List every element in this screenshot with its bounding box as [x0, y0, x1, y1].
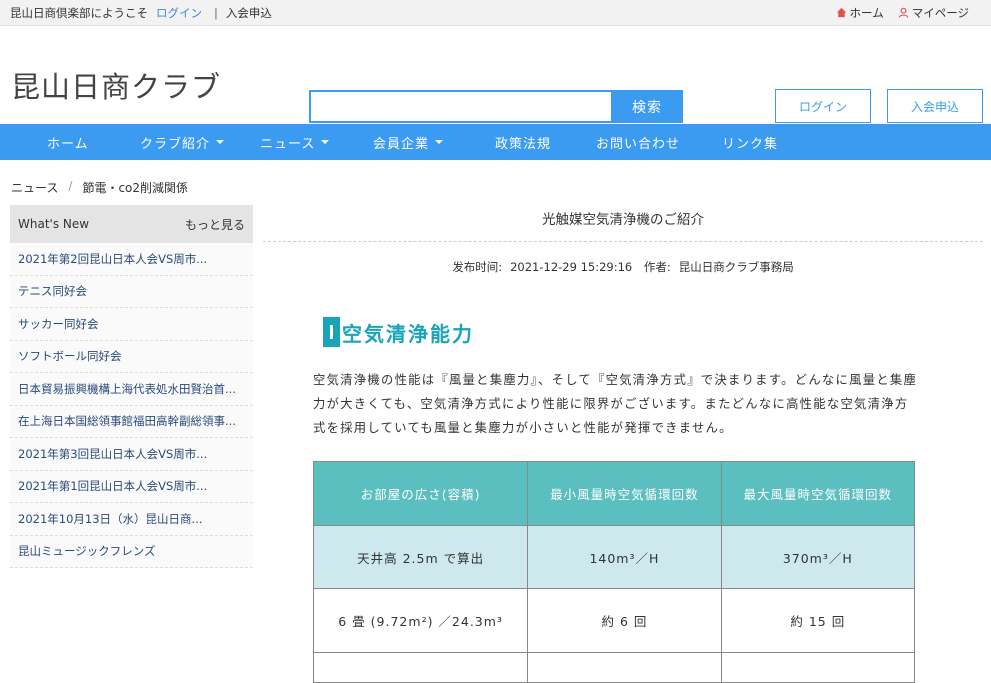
user-icon — [898, 7, 908, 18]
site-logo[interactable]: 昆山日商クラブ — [11, 64, 221, 106]
table-row — [312, 652, 916, 683]
sidebar-header: What's New もっと見る — [10, 205, 253, 243]
search-input[interactable] — [309, 90, 611, 123]
article-meta: 发布时间: 2021-12-29 15:29:16 作者: 昆山日商クラブ事務局 — [263, 259, 983, 275]
search-bar: 検索 — [309, 90, 683, 123]
table-cell: 約 6 回 — [527, 588, 722, 653]
nav-item-home[interactable]: ホーム — [47, 124, 89, 160]
home-icon — [836, 7, 846, 18]
table-cell: 140m³／H — [527, 525, 722, 589]
author-label: 作者: — [643, 260, 671, 274]
table-cell: 天井高 2.5m で算出 — [312, 525, 529, 589]
sidebar-news-item[interactable]: 在上海日本国総領事館福田高幹副総領事... — [10, 405, 253, 438]
nav-item-members[interactable]: 会員企業 — [373, 124, 444, 160]
table-cell: 370m³／H — [720, 525, 916, 589]
nav-item-label: ニュース — [260, 136, 316, 152]
nav-item-label: お問い合わせ — [596, 136, 681, 152]
sidebar-news-item[interactable]: テニス同好会 — [10, 275, 253, 308]
caret-down-icon — [216, 140, 225, 144]
top-bar-left: 昆山日商倶楽部にようこそ ログイン | 入会申込 — [10, 5, 272, 21]
nav-item-label: 会員企業 — [373, 136, 430, 152]
table-header-row: お部屋の広さ(容積) 最小風量時空気循環回数 最大風量時空気循環回数 — [312, 461, 916, 526]
nav-item-links[interactable]: リンク集 — [722, 124, 778, 160]
nav-item-news[interactable]: ニュース — [260, 124, 330, 160]
date-label: 发布时间: — [452, 260, 503, 274]
sidebar-news-item[interactable]: 2021年第2回昆山日本人会VS周市... — [10, 243, 253, 276]
mypage-link-label: マイページ — [911, 5, 969, 20]
nav-item-label: ホーム — [47, 136, 89, 152]
header-login-button[interactable]: ログイン — [775, 89, 871, 123]
table-row: 6 畳 (9.72m²) ／24.3m³ 約 6 回 約 15 回 — [312, 588, 916, 653]
table-cell — [527, 652, 722, 683]
sidebar-news-item[interactable]: 2021年第3回昆山日本人会VS周市... — [10, 438, 253, 471]
spec-table: お部屋の広さ(容積) 最小風量時空気循環回数 最大風量時空気循環回数 天井高 2… — [312, 461, 916, 683]
table-header-cell: 最小風量時空気循環回数 — [527, 461, 722, 526]
nav-item-label: 政策法規 — [495, 136, 552, 152]
table-cell: 6 畳 (9.72m²) ／24.3m³ — [312, 588, 529, 653]
caret-down-icon — [321, 140, 330, 144]
section-marker-icon — [323, 317, 340, 347]
mypage-link[interactable]: マイページ — [898, 5, 969, 21]
nav-item-label: クラブ紹介 — [140, 136, 211, 152]
home-link[interactable]: ホーム — [836, 5, 884, 21]
header-join-button[interactable]: 入会申込 — [887, 89, 983, 123]
home-link-label: ホーム — [849, 5, 884, 20]
sidebar-title: What's New — [18, 217, 90, 231]
breadcrumb: ニュース / 節電・co2削減関係 — [11, 179, 188, 196]
sidebar-news-item[interactable]: 2021年第1回昆山日本人会VS周市... — [10, 470, 253, 503]
breadcrumb-item-news[interactable]: ニュース — [11, 179, 58, 196]
breadcrumb-separator: / — [68, 179, 73, 193]
article: 光触媒空気清浄機のご紹介 发布时间: 2021-12-29 15:29:16 作者… — [263, 205, 983, 683]
table-header-cell: 最大風量時空気循環回数 — [720, 461, 916, 526]
nav-item-contact[interactable]: お問い合わせ — [596, 124, 680, 160]
nav-item-club[interactable]: クラブ紹介 — [140, 124, 225, 160]
top-bar-right: ホーム マイページ — [836, 5, 969, 21]
search-button[interactable]: 検索 — [611, 90, 683, 123]
sidebar: What's New もっと見る 2021年第2回昆山日本人会VS周市... テ… — [10, 205, 253, 568]
top-login-link[interactable]: ログイン — [156, 5, 202, 21]
nav-item-label: リンク集 — [722, 136, 779, 152]
site-header: 昆山日商クラブ 検索 ログイン 入会申込 — [0, 26, 991, 124]
article-paragraph: 空気清浄機の性能は『風量と集塵力』、そして『空気清浄方式』で決まります。どんなに… — [313, 373, 918, 435]
sidebar-news-item[interactable]: サッカー同好会 — [10, 308, 253, 341]
top-separator: | — [214, 5, 218, 20]
sidebar-news-item[interactable]: 日本貿易振興機構上海代表処水田賢治首... — [10, 373, 253, 406]
top-join-link[interactable]: 入会申込 — [226, 5, 272, 21]
top-bar: 昆山日商倶楽部にようこそ ログイン | 入会申込 ホーム マイページ — [0, 0, 991, 26]
caret-down-icon — [435, 140, 444, 144]
section-heading: 空気清浄能力 — [323, 317, 474, 347]
article-author: 昆山日商クラブ事務局 — [678, 260, 794, 274]
article-title: 光触媒空気清浄機のご紹介 — [263, 205, 983, 242]
sidebar-news-item[interactable]: 昆山ミュージックフレンズ — [10, 535, 253, 568]
welcome-text: 昆山日商倶楽部にようこそ — [10, 5, 148, 20]
nav-item-policy[interactable]: 政策法規 — [495, 124, 551, 160]
sidebar-more-link[interactable]: もっと見る — [185, 216, 245, 233]
table-row: 天井高 2.5m で算出 140m³／H 370m³／H — [312, 525, 916, 589]
breadcrumb-item-current[interactable]: 節電・co2削減関係 — [82, 179, 188, 196]
section-title: 空気清浄能力 — [342, 321, 474, 346]
main-nav: ホーム クラブ紹介 ニュース 会員企業 政策法規 お問い合わせ リンク集 — [0, 124, 991, 160]
sidebar-list: 2021年第2回昆山日本人会VS周市... テニス同好会 サッカー同好会 ソフト… — [10, 243, 253, 568]
table-cell: 約 15 回 — [720, 588, 916, 653]
table-header-cell: お部屋の広さ(容積) — [312, 461, 529, 526]
table-cell — [312, 652, 529, 683]
table-cell — [720, 652, 916, 683]
article-date: 2021-12-29 15:29:16 — [510, 260, 633, 274]
sidebar-news-item[interactable]: 2021年10月13日（水）昆山日商... — [10, 503, 253, 536]
sidebar-news-item[interactable]: ソフトボール同好会 — [10, 340, 253, 373]
